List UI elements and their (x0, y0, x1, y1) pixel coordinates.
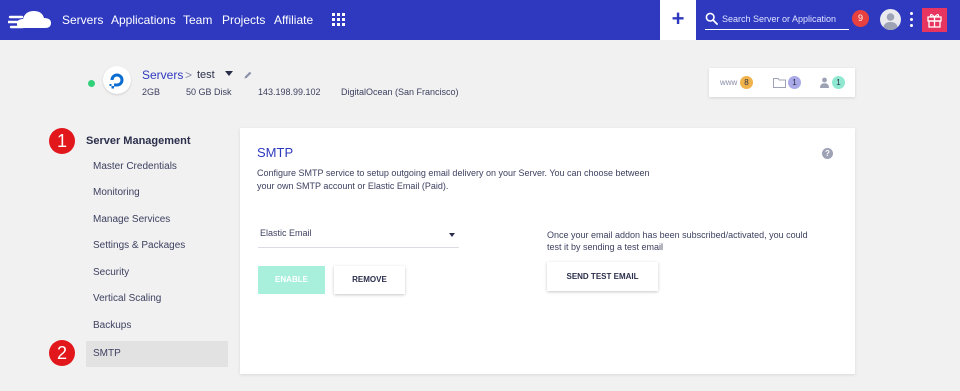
smtp-panel: SMTP ? Configure SMTP service to setup o… (240, 128, 855, 374)
nav-team[interactable]: Team (183, 13, 212, 27)
nav-projects[interactable]: Projects (222, 13, 265, 27)
gift-button[interactable] (922, 8, 947, 32)
step-1-marker: 1 (49, 128, 75, 154)
nav-applications[interactable]: Applications (111, 13, 176, 27)
panel-title: SMTP (257, 145, 294, 160)
step-2-marker: 2 (49, 340, 75, 366)
panel-description: Configure SMTP service to setup outgoing… (257, 168, 650, 191)
help-icon[interactable]: ? (822, 148, 833, 159)
digitalocean-logo (103, 66, 131, 94)
server-ip: 143.198.99.102 (258, 87, 321, 97)
files-count-badge: 1 (788, 76, 801, 89)
chevron-down-icon (449, 233, 455, 237)
user-avatar-icon (883, 13, 898, 30)
plus-icon: + (671, 6, 685, 31)
avatar[interactable] (880, 9, 901, 30)
sidebar-item-vertical-scaling[interactable]: Vertical Scaling (86, 286, 228, 312)
stat-files[interactable]: 1 (773, 76, 803, 90)
sidebar-item-security[interactable]: Security (86, 260, 228, 286)
enable-button[interactable]: ENABLE (258, 266, 325, 294)
sidebar-title: Server Management (86, 135, 191, 147)
user-icon (820, 77, 829, 88)
gift-icon (927, 13, 942, 28)
server-status-dot (88, 80, 95, 87)
www-label: www (720, 78, 738, 87)
folder-icon (773, 78, 786, 88)
notifications-badge[interactable]: 9 (852, 10, 869, 27)
nav-servers[interactable]: Servers (62, 13, 103, 27)
sidebar-item-master-credentials[interactable]: Master Credentials (86, 154, 228, 180)
cloudways-logo[interactable] (8, 8, 52, 32)
provider-icon (109, 73, 124, 89)
search-box (705, 9, 849, 30)
users-count-badge: 1 (832, 76, 845, 89)
sidebar-item-manage-services[interactable]: Manage Services (86, 207, 228, 233)
server-name[interactable]: test (197, 69, 215, 81)
breadcrumb-separator: > (185, 68, 193, 82)
nav-affiliate[interactable]: Affiliate (274, 13, 313, 27)
sidebar-item-monitoring[interactable]: Monitoring (86, 180, 228, 206)
server-switch-chevron-down-icon[interactable] (225, 71, 233, 76)
server-ram: 2GB (142, 87, 161, 97)
more-options-icon[interactable] (910, 12, 913, 27)
breadcrumb-servers-link[interactable]: Servers (142, 68, 183, 82)
sidebar-item-backups[interactable]: Backups (86, 313, 228, 339)
add-button[interactable]: + (660, 0, 696, 40)
stat-users[interactable]: 1 (819, 76, 849, 90)
smtp-provider-select[interactable]: Elastic Email (258, 223, 459, 248)
search-icon (705, 12, 718, 25)
search-input[interactable] (722, 11, 848, 27)
server-disk: 50 GB Disk (186, 87, 232, 97)
top-navbar: Servers Applications Team Projects Affil… (0, 0, 960, 40)
remove-button[interactable]: REMOVE (334, 266, 405, 294)
www-count-badge: 8 (740, 76, 753, 89)
sidebar-item-settings-packages[interactable]: Settings & Packages (86, 233, 228, 259)
server-stats-card: www 8 1 1 (709, 68, 855, 97)
sidebar-item-smtp[interactable]: SMTP (86, 341, 228, 367)
grid-icon[interactable] (332, 13, 345, 26)
smtp-provider-value: Elastic Email (260, 228, 312, 238)
test-email-note: Once your email addon has been subscribe… (547, 230, 808, 252)
stat-www[interactable]: www 8 (720, 76, 753, 90)
pencil-edit-icon[interactable] (243, 70, 253, 80)
server-provider: DigitalOcean (San Francisco) (341, 87, 459, 97)
send-test-email-button[interactable]: SEND TEST EMAIL (547, 262, 658, 291)
